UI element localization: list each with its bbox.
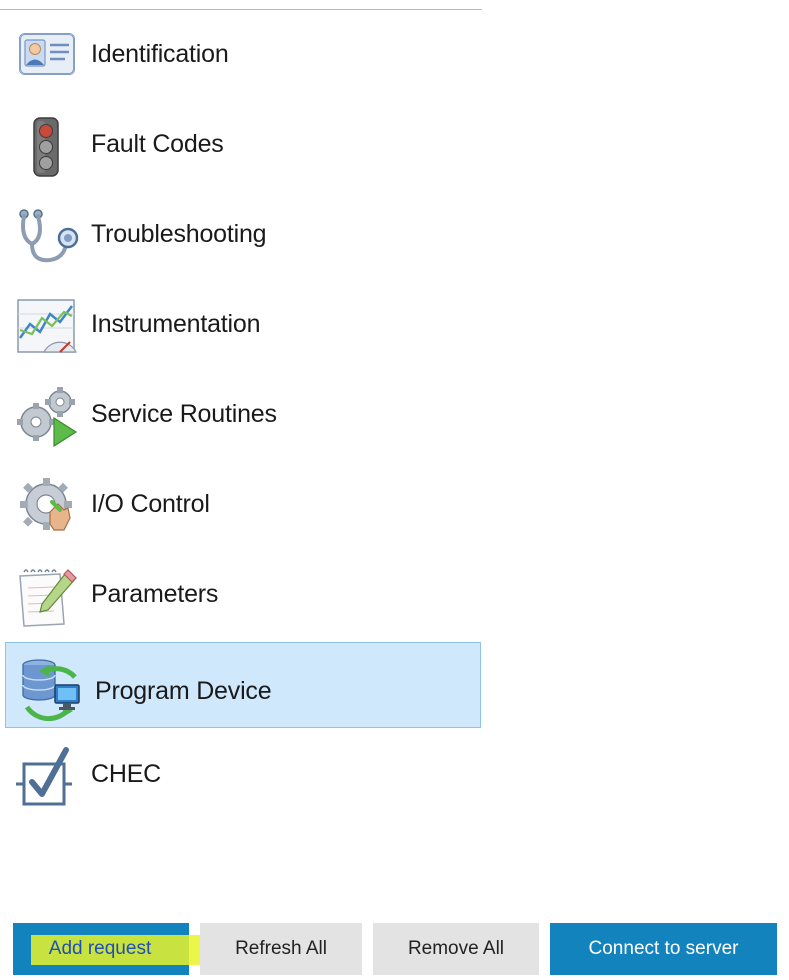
menu-item-program-device[interactable]: Program Device — [5, 642, 481, 728]
menu-item-label: Troubleshooting — [91, 220, 267, 248]
remove-all-label: Remove All — [407, 938, 505, 959]
menu-item-label: Instrumentation — [91, 310, 261, 338]
menu-item-label: I/O Control — [91, 490, 210, 518]
notepad-pencil-icon — [14, 564, 80, 630]
menu-item-service-routines[interactable]: Service Routines — [0, 372, 482, 458]
remove-all-button[interactable]: Remove All — [373, 923, 539, 975]
connect-to-server-button[interactable]: Connect to server — [550, 923, 777, 975]
menu-item-instrumentation[interactable]: Instrumentation — [0, 282, 482, 368]
gears-play-icon — [14, 384, 80, 450]
add-request-label: Add request — [48, 938, 152, 959]
menu-item-label: CHEC — [91, 760, 162, 788]
stethoscope-icon — [14, 204, 80, 270]
checkbox-icon — [14, 744, 80, 810]
connect-to-server-label: Connect to server — [588, 938, 739, 959]
menu-item-fault-codes[interactable]: Fault Codes — [0, 102, 482, 188]
refresh-all-label: Refresh All — [235, 938, 327, 959]
gear-hand-icon — [14, 474, 80, 540]
menu-item-label: Identification — [91, 40, 229, 68]
add-request-button[interactable]: Add request — [13, 923, 206, 975]
menu-item-troubleshooting[interactable]: Troubleshooting — [0, 192, 482, 278]
menu-item-label: Parameters — [91, 580, 219, 608]
top-divider — [0, 9, 482, 10]
gauge-chart-icon — [14, 294, 80, 360]
traffic-light-icon — [14, 114, 80, 180]
menu-item-label: Service Routines — [91, 400, 277, 428]
database-sync-icon — [17, 655, 83, 721]
menu-item-io-control[interactable]: I/O Control — [0, 462, 482, 548]
menu-item-identification[interactable]: Identification — [0, 12, 482, 98]
menu-item-chec[interactable]: CHEC — [0, 732, 482, 818]
id-card-icon — [14, 24, 80, 90]
menu-item-label: Fault Codes — [91, 130, 224, 158]
menu-item-parameters[interactable]: Parameters — [0, 552, 482, 638]
menu-item-label: Program Device — [95, 677, 272, 705]
refresh-all-button[interactable]: Refresh All — [200, 923, 362, 975]
